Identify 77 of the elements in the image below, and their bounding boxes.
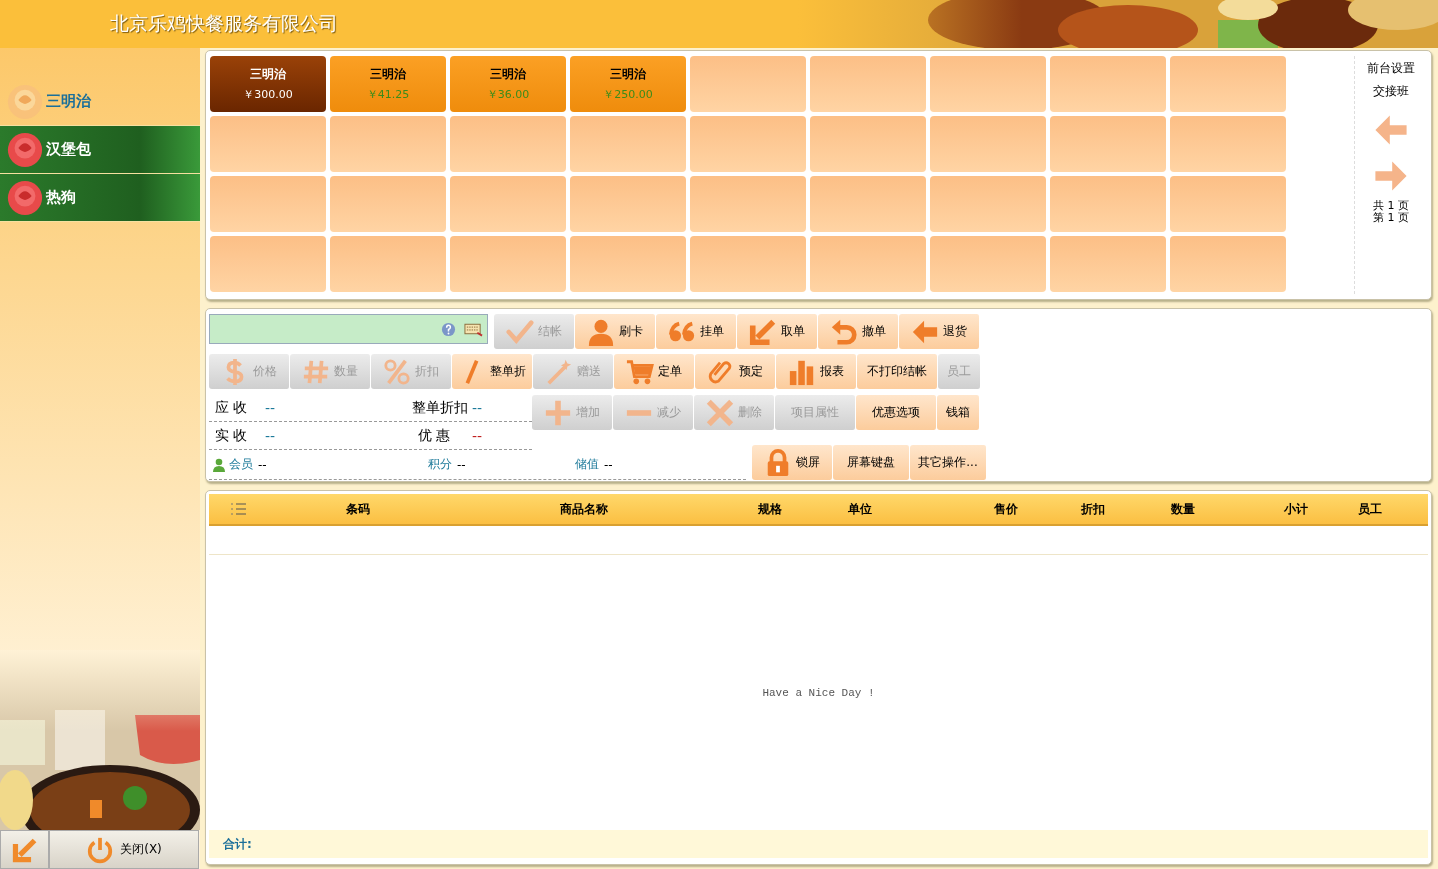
user-button[interactable]: 刷卡 [575, 314, 656, 349]
close-button[interactable]: 关闭(X) [49, 830, 199, 869]
toolbar-button[interactable]: 屏幕键盘 [833, 445, 910, 480]
help-icon [441, 321, 456, 337]
left-button[interactable]: 退货 [899, 314, 980, 349]
slash-button[interactable]: 整单折 [452, 354, 533, 389]
bars-button[interactable]: 报表 [776, 354, 857, 389]
input-field[interactable] [209, 314, 488, 344]
downleft-button[interactable]: 取单 [737, 314, 818, 349]
back-button[interactable] [0, 830, 49, 869]
product-tile[interactable]: 三明治 ￥300.00 [210, 56, 326, 112]
balance-label: 储值 [575, 456, 599, 473]
cart-button[interactable]: 定单 [614, 354, 695, 389]
product-name: 三明治 [610, 66, 646, 83]
receivable-label: 应 收 [215, 398, 249, 417]
product-name: 三明治 [250, 66, 286, 83]
percent-icon [383, 357, 411, 386]
product-tile[interactable]: 三明治 ￥36.00 [450, 56, 566, 112]
product-price: ￥300.00 [243, 87, 293, 102]
arrow-icon [749, 317, 777, 346]
toolbar-button[interactable]: 不打印结帐 [857, 354, 938, 389]
member-label: 会员 [229, 456, 253, 473]
column-header: 员工 [1356, 500, 1383, 518]
column-header: 售价 [993, 500, 1019, 518]
receivable-value: -- [265, 399, 277, 416]
column-header: 条码 [345, 500, 371, 518]
product-price: ￥41.25 [366, 87, 410, 102]
column-header: 商品名称 [559, 500, 609, 518]
product-tile[interactable]: 三明治 ￥250.00 [570, 56, 686, 112]
company-title: 北京乐鸡快餐服务有限公司 [110, 11, 338, 36]
clip-button[interactable]: 预定 [695, 354, 776, 389]
toolbar-button[interactable]: 其它操作... [910, 445, 987, 480]
arrow-icon [11, 836, 38, 863]
member-value: -- [258, 457, 268, 472]
points-label: 积分 [428, 456, 452, 473]
user-icon [587, 317, 615, 346]
undo-button[interactable]: 撤单 [818, 314, 899, 349]
bill-discount-value: -- [472, 399, 484, 416]
wand-icon [545, 357, 573, 386]
bill-discount-label: 整单折扣 [412, 398, 468, 417]
page-count: 共 1 页 [1373, 200, 1409, 212]
minus-icon [625, 409, 653, 416]
category-item[interactable]: 热狗 [0, 174, 200, 222]
list-icon [231, 501, 247, 517]
product-price: ￥36.00 [486, 87, 530, 102]
plus-icon [544, 398, 572, 427]
current-page: 第 1 页 [1373, 212, 1409, 224]
quote-button[interactable]: 挂单 [656, 314, 737, 349]
check-icon [506, 317, 534, 346]
received-value: -- [265, 427, 277, 444]
column-header: 数量 [1170, 500, 1196, 518]
user-icon [212, 457, 226, 472]
menu-link[interactable]: 交接班 [1373, 81, 1409, 102]
product-name: 三明治 [490, 66, 526, 83]
empty-message: Have a Nice Day ! [762, 686, 875, 699]
total-label: 合计: [223, 835, 252, 853]
cart-icon [626, 357, 654, 386]
column-header: 折扣 [1080, 500, 1106, 518]
delete-icon [706, 398, 734, 427]
offer-label: 优 惠 [417, 426, 450, 445]
toolbar-button[interactable]: 钱箱 [937, 395, 980, 430]
product-tile[interactable]: 三明治 ￥41.25 [330, 56, 446, 112]
received-label: 实 收 [215, 426, 249, 445]
balance-value: -- [604, 457, 614, 472]
product-price: ￥250.00 [603, 87, 653, 102]
lock-button[interactable]: 锁屏 [752, 445, 833, 480]
menu-link[interactable]: 前台设置 [1367, 58, 1415, 79]
keyboard-icon [464, 321, 483, 337]
toolbar-button[interactable]: 优惠选项 [856, 395, 937, 430]
product-name: 三明治 [370, 66, 406, 83]
column-header: 小计 [1283, 500, 1309, 518]
column-header: 单位 [847, 500, 873, 518]
offer-value: -- [472, 427, 484, 444]
column-header: 规格 [757, 500, 783, 518]
power-icon [86, 835, 115, 864]
category-item[interactable]: 汉堡包 [0, 126, 200, 174]
points-value: -- [457, 457, 467, 472]
